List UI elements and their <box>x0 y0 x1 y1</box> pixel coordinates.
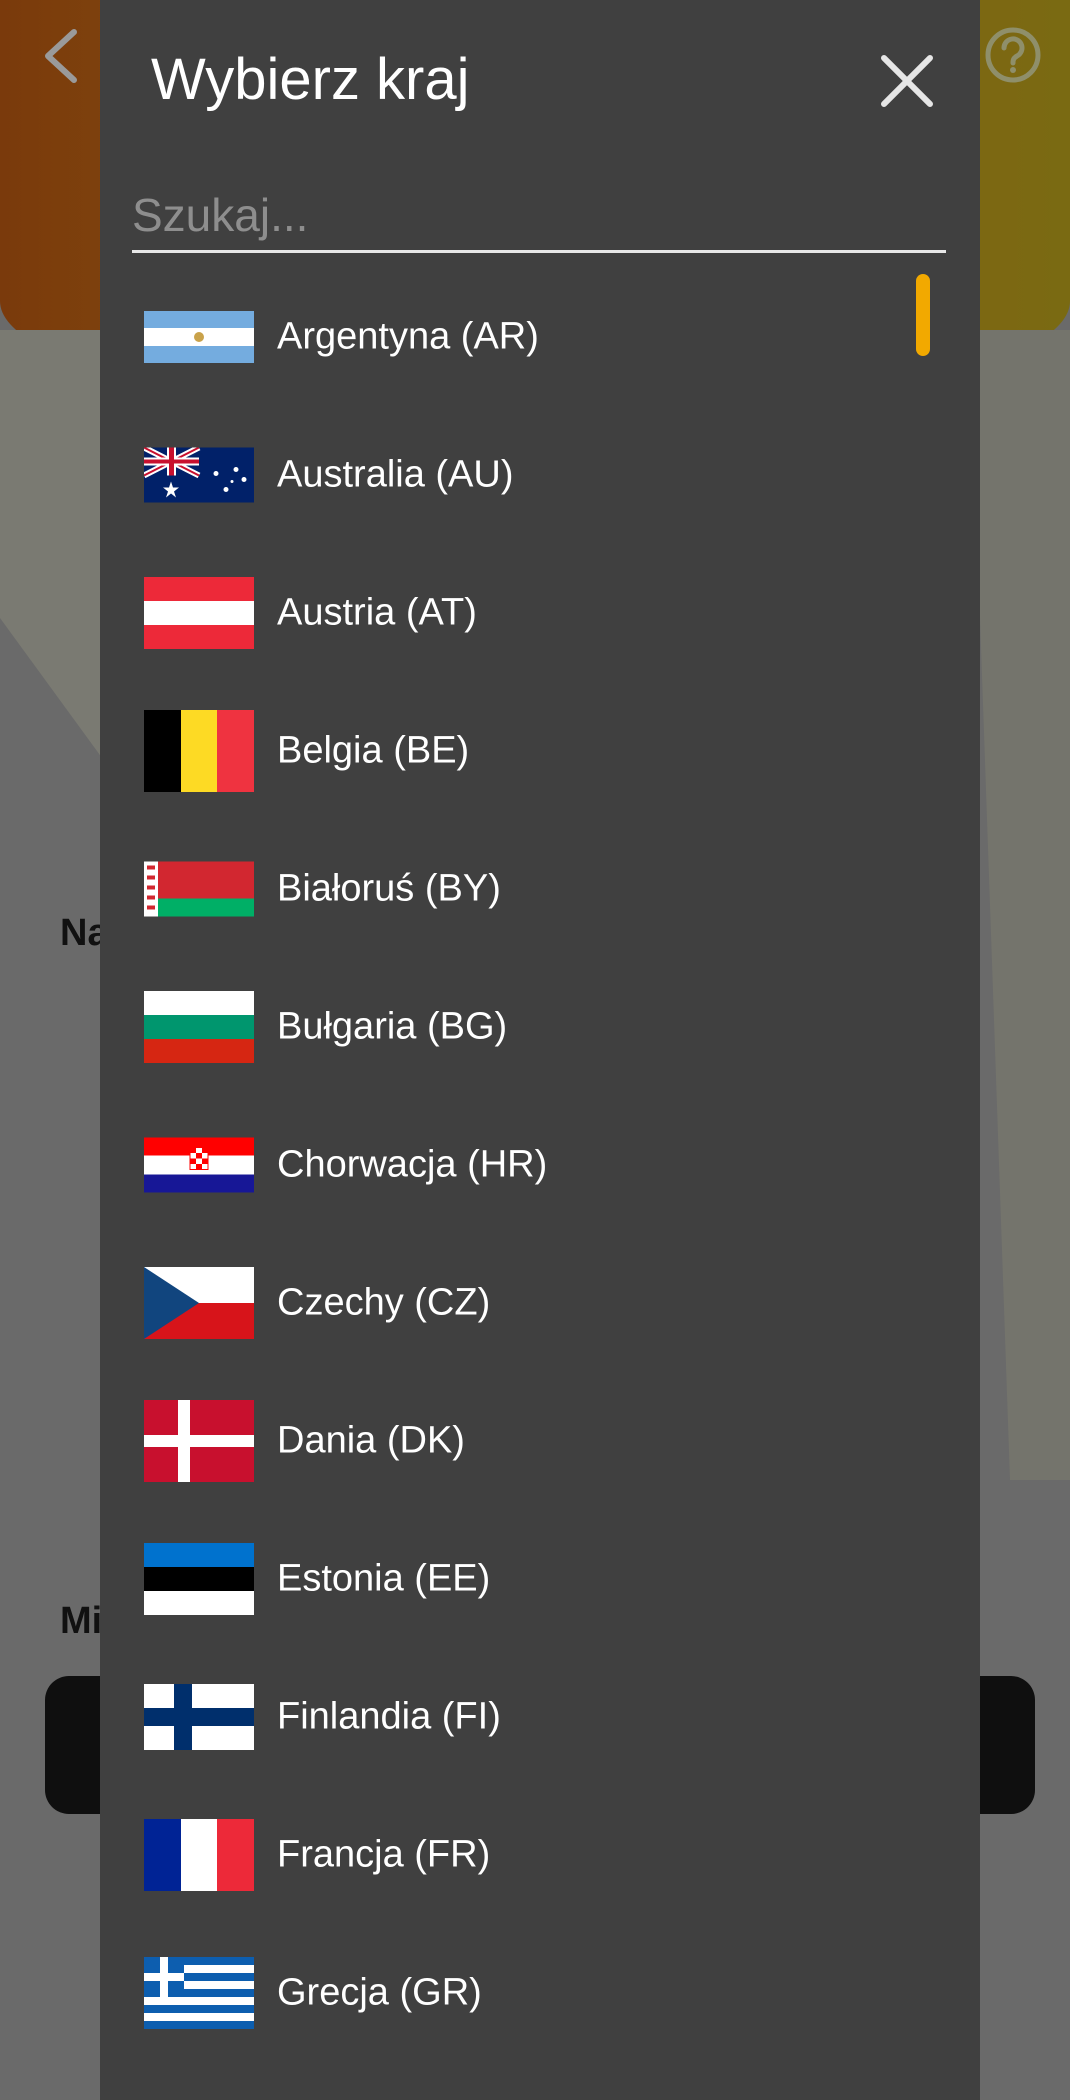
country-item-australia[interactable]: Australia (AU) <box>100 406 980 544</box>
czechia-flag-icon <box>144 1267 254 1339</box>
background-section-label: Mi <box>60 1600 103 1642</box>
country-label: Chorwacja (HR) <box>277 1143 548 1186</box>
australia-flag-icon <box>144 447 254 503</box>
country-label: Belgia (BE) <box>277 729 470 772</box>
country-label: Austria (AT) <box>277 591 477 634</box>
background-shape <box>970 330 1070 1480</box>
dialog-title: Wybierz kraj <box>151 47 470 112</box>
finland-flag-icon <box>144 1684 254 1750</box>
country-label: Estonia (EE) <box>277 1557 491 1600</box>
country-item-austria[interactable]: Austria (AT) <box>100 544 980 682</box>
country-item-greece[interactable]: Grecja (GR) <box>100 1924 980 2062</box>
country-item-croatia[interactable]: Chorwacja (HR) <box>100 1096 980 1234</box>
country-label: Australia (AU) <box>277 453 514 496</box>
help-circle-icon[interactable] <box>984 26 1042 84</box>
country-label: Dania (DK) <box>277 1419 465 1462</box>
country-item-czechia[interactable]: Czechy (CZ) <box>100 1234 980 1372</box>
scrollbar-thumb[interactable] <box>916 274 930 356</box>
country-label: Grecja (GR) <box>277 1971 482 2014</box>
country-label: Bułgaria (BG) <box>277 1005 508 1048</box>
greece-flag-icon <box>144 1957 254 2029</box>
country-list[interactable]: Argentyna (AR) Australia (AU) Austria (A… <box>100 268 980 2062</box>
country-picker-dialog: Wybierz kraj Argentyna (AR) <box>100 0 980 2100</box>
croatia-flag-icon <box>144 1137 254 1193</box>
country-item-finland[interactable]: Finlandia (FI) <box>100 1648 980 1786</box>
denmark-flag-icon <box>144 1400 254 1482</box>
belgium-flag-icon <box>144 710 254 792</box>
country-label: Czechy (CZ) <box>277 1281 491 1324</box>
france-flag-icon <box>144 1819 254 1891</box>
bulgaria-flag-icon <box>144 991 254 1063</box>
country-item-belarus[interactable]: Białoruś (BY) <box>100 820 980 958</box>
country-item-estonia[interactable]: Estonia (EE) <box>100 1510 980 1648</box>
belarus-flag-icon <box>144 861 254 917</box>
country-label: Finlandia (FI) <box>277 1695 501 1738</box>
close-icon[interactable] <box>878 52 936 110</box>
country-label: Argentyna (AR) <box>277 315 539 358</box>
estonia-flag-icon <box>144 1543 254 1615</box>
country-item-bulgaria[interactable]: Bułgaria (BG) <box>100 958 980 1096</box>
country-item-france[interactable]: Francja (FR) <box>100 1786 980 1924</box>
country-label: Białoruś (BY) <box>277 867 501 910</box>
back-chevron-icon[interactable] <box>38 26 82 86</box>
country-item-denmark[interactable]: Dania (DK) <box>100 1372 980 1510</box>
argentina-flag-icon <box>144 311 254 363</box>
country-label: Francja (FR) <box>277 1833 491 1876</box>
country-item-belgium[interactable]: Belgia (BE) <box>100 682 980 820</box>
austria-flag-icon <box>144 577 254 649</box>
country-item-argentina[interactable]: Argentyna (AR) <box>100 268 980 406</box>
search-input[interactable] <box>132 180 946 253</box>
